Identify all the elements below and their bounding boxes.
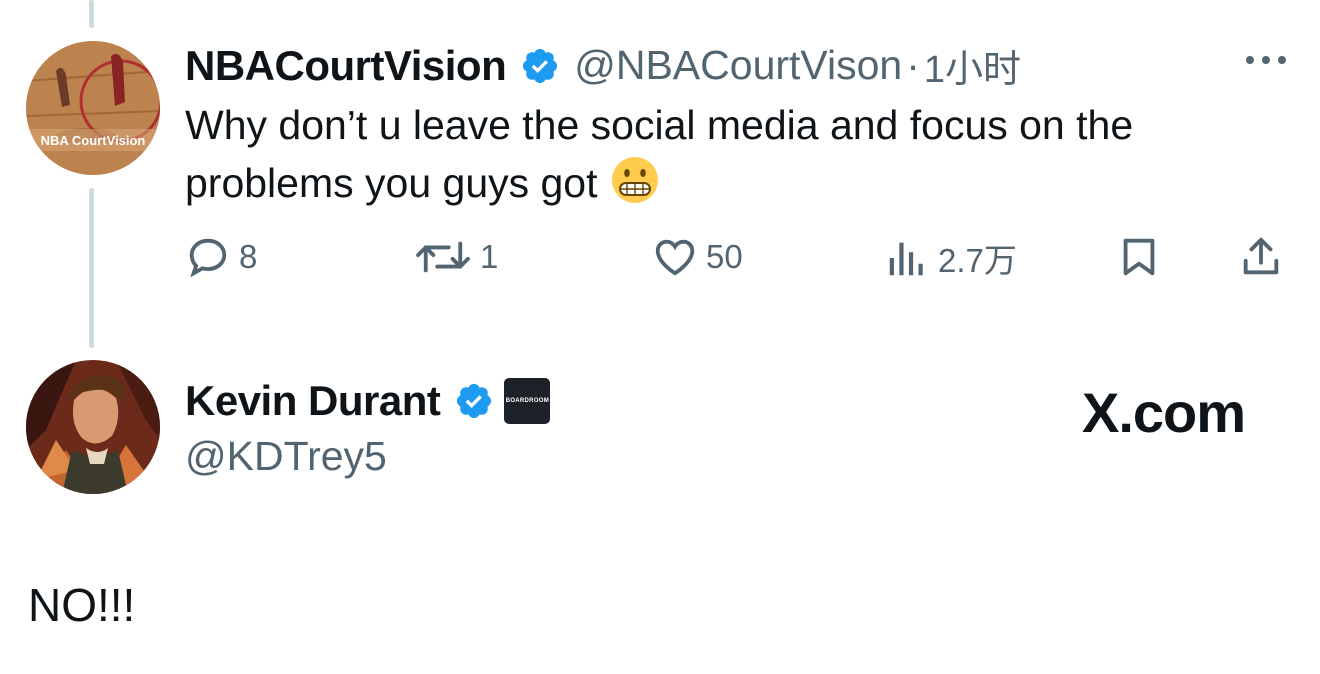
reply-handle[interactable]: @NBACourtVison	[574, 42, 902, 89]
views-chart-icon	[884, 235, 930, 281]
reply-display-name[interactable]: NBACourtVision	[185, 42, 507, 90]
reply-count: 8	[239, 238, 258, 275]
affiliation-badge-label: BOARDROOM	[505, 398, 550, 404]
like-count: 50	[706, 238, 743, 275]
reply-timestamp[interactable]: 1小时	[924, 38, 1021, 93]
main-tweet-text: NO!!!	[28, 579, 136, 631]
more-options-icon[interactable]	[1242, 48, 1290, 72]
share-icon	[1238, 234, 1284, 280]
reply-tweet-header: NBACourtVision @NBACourtVison · 1小时	[185, 38, 1021, 93]
repost-icon	[414, 234, 472, 280]
verified-badge-icon	[454, 381, 494, 421]
avatar-nbacourtvision[interactable]: NBA CourtVision	[26, 41, 160, 175]
grimacing-face-icon	[610, 155, 660, 205]
reply-tweet-text: Why don’t u leave the social media and f…	[185, 96, 1265, 212]
views-action[interactable]: 2.7万	[884, 234, 1017, 282]
like-action[interactable]: 50	[652, 234, 743, 280]
avatar-logo-text: NBA CourtVision	[41, 133, 146, 148]
heart-icon	[652, 234, 698, 280]
repost-action[interactable]: 1	[414, 234, 498, 280]
header-separator: ·	[906, 42, 920, 88]
share-action[interactable]	[1238, 234, 1284, 280]
main-handle[interactable]: @KDTrey5	[185, 433, 387, 480]
reply-action[interactable]: 8	[185, 234, 257, 280]
thread-line	[89, 188, 94, 348]
bookmark-action[interactable]	[1116, 234, 1162, 280]
repost-count: 1	[480, 238, 499, 275]
verified-badge-icon	[520, 46, 560, 86]
views-count: 2.7万	[938, 242, 1017, 279]
main-display-name[interactable]: Kevin Durant	[185, 377, 441, 425]
x-com-watermark: X.com	[1082, 381, 1246, 444]
main-tweet-header: Kevin Durant BOARDROOM	[185, 377, 551, 425]
affiliation-badge[interactable]: BOARDROOM	[504, 378, 551, 424]
bookmark-icon	[1116, 234, 1162, 280]
avatar-kevin-durant[interactable]	[26, 360, 160, 494]
thread-line-top	[89, 0, 94, 28]
reply-bubble-icon	[185, 234, 231, 280]
